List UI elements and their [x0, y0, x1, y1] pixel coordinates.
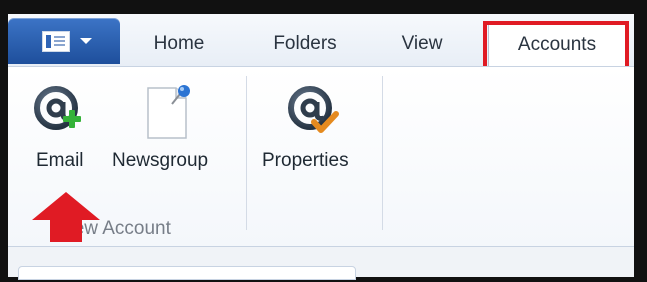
app-menu-icon [42, 31, 70, 52]
ribbon-separator [382, 76, 383, 230]
folder-pane-header [18, 266, 356, 280]
properties-button[interactable]: Properties [256, 80, 372, 190]
email-button-label: Email [36, 150, 84, 171]
tab-view[interactable]: View [382, 24, 462, 64]
newsgroup-icon [147, 85, 190, 139]
properties-icon [288, 86, 339, 133]
tab-home[interactable]: Home [130, 24, 228, 64]
app-menu-button[interactable] [8, 18, 120, 64]
email-add-icon [34, 86, 81, 130]
email-button[interactable]: Email [24, 80, 104, 190]
red-arrow-annotation [32, 192, 100, 242]
newsgroup-button-label: Newsgroup [112, 150, 209, 171]
properties-button-label: Properties [262, 150, 349, 171]
tab-folders[interactable]: Folders [252, 24, 358, 64]
ribbon-separator [246, 76, 247, 230]
chevron-down-icon [80, 38, 92, 44]
newsgroup-button[interactable]: Newsgroup [108, 80, 232, 190]
